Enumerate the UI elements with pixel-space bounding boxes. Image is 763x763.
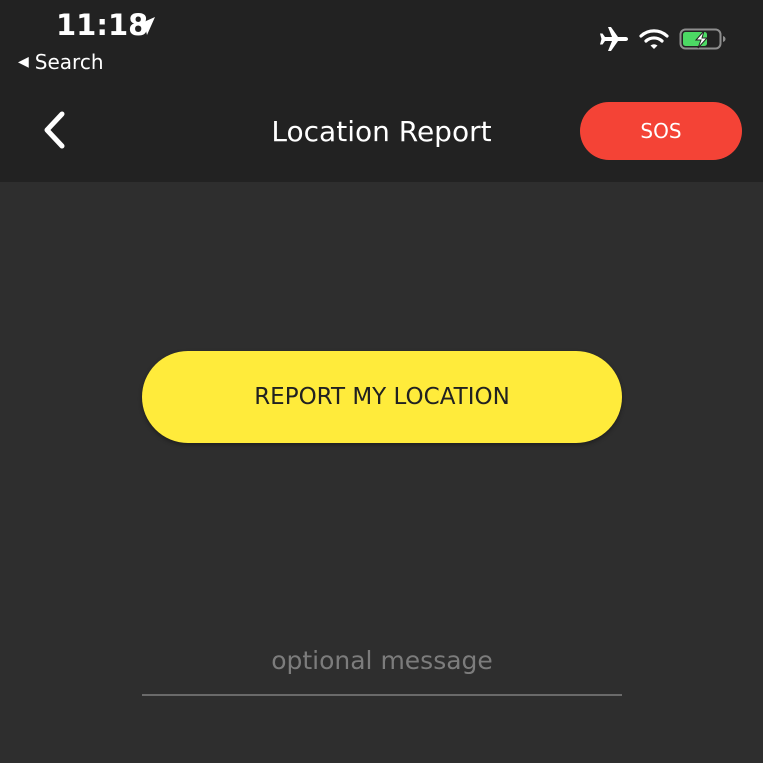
back-triangle-icon: ◀ (18, 54, 29, 70)
battery-charging-icon (679, 27, 727, 55)
report-my-location-button[interactable]: REPORT MY LOCATION (142, 351, 622, 443)
location-report-screen: 11:18 ◀ Search Location Report SOS REPOR… (0, 0, 763, 763)
optional-message-input[interactable] (142, 626, 622, 696)
location-arrow-icon (134, 14, 158, 38)
top-bar: 11:18 ◀ Search Location Report SOS (0, 0, 763, 182)
back-to-search-label: Search (34, 50, 104, 74)
optional-message-field (142, 626, 622, 698)
airplane-icon (599, 26, 629, 56)
wifi-icon (639, 27, 669, 55)
sos-button[interactable]: SOS (580, 102, 742, 160)
status-icons (599, 26, 727, 56)
back-to-search-link[interactable]: ◀ Search (18, 50, 104, 74)
chevron-left-icon (41, 111, 67, 153)
back-button[interactable] (34, 110, 74, 154)
